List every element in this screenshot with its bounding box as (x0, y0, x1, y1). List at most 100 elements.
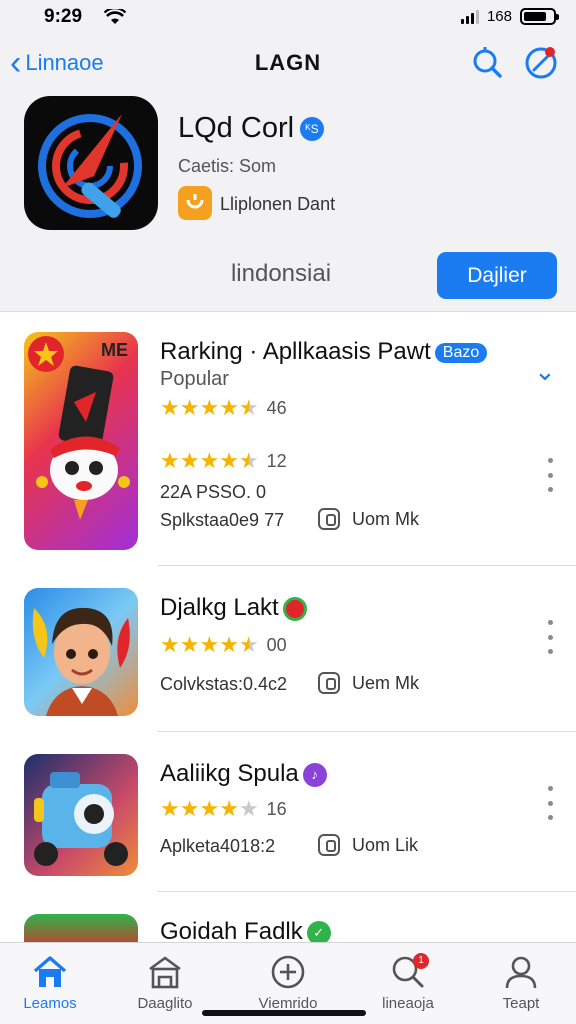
star-icon: ★ (160, 395, 180, 420)
app-name-text: LQd Corl (178, 112, 295, 144)
battery-icon (520, 8, 559, 25)
home-icon (33, 956, 67, 987)
tab-label: Teapt (502, 995, 540, 1012)
star-half-icon: ★ (238, 395, 259, 420)
app-name: LQd Corl ᴷS (178, 112, 325, 145)
tab-add[interactable]: Viemrido (240, 953, 336, 1012)
item-meta-right: Uem Mk (318, 672, 419, 694)
item-title-text: Rarking · Apllkaasis Pawt (160, 338, 431, 365)
star-half-icon: ★ (238, 632, 259, 657)
person-icon (505, 956, 537, 989)
rating-count: 16 (266, 798, 287, 819)
status-bar: 9:29 168 (0, 0, 576, 34)
tab-label: Leamos (23, 995, 77, 1012)
app-thumbnail: ME (24, 332, 138, 550)
compass-icon[interactable] (524, 46, 558, 80)
app-icon (24, 96, 158, 230)
tab-profile[interactable]: Teapt (473, 953, 569, 1012)
tab-label: lineaoja (382, 995, 434, 1012)
star-half-icon: ★ (238, 448, 259, 473)
rating-count: 12 (266, 450, 287, 471)
signal-icon (460, 9, 479, 24)
developer-icon (178, 186, 212, 220)
more-options-icon[interactable] (540, 786, 560, 820)
battery-text: 168 (486, 8, 512, 25)
shield-icon (318, 834, 340, 856)
star-icon: ★ (199, 796, 220, 821)
star-icon: ★ (160, 448, 180, 473)
smile-icon (186, 194, 204, 209)
star-icon: ★ (179, 796, 200, 821)
rating-stars: ★ ★ ★ ★ ★ 12 (160, 450, 287, 472)
item-badge: Bazo (434, 342, 488, 363)
tab-label: Daaglito (137, 995, 193, 1012)
star-icon: ★ (199, 448, 220, 473)
rating-stars: ★ ★ ★ ★ ★ 00 (160, 634, 287, 656)
item-title: Aaliikg Spula ♪ (160, 760, 327, 788)
list-item[interactable]: Djalkg Lakt ★ ★ ★ ★ ★ 00 Colvkstas:0.4c2 Uem… (0, 566, 576, 732)
app-header: ‹ Linnaoe LAGN LQd Corl ᴷS Caetis: Som Ll… (0, 34, 576, 312)
list-item[interactable]: ME Rarking · Apllkaasis Pawt Bazo ⌄ Popul… (0, 312, 576, 566)
star-icon: ★ (219, 632, 239, 657)
star-icon: ★ (219, 395, 239, 420)
home-indicator[interactable] (202, 1010, 366, 1016)
game-character-icon (28, 336, 130, 520)
rating-count: 00 (266, 634, 287, 655)
star-icon: ★ (179, 632, 200, 657)
star-icon: ★ (199, 395, 220, 420)
chevron-down-icon[interactable]: ⌄ (534, 358, 556, 384)
notification-badge: 1 (413, 953, 429, 969)
shield-icon (318, 508, 340, 530)
more-options-icon[interactable] (540, 458, 560, 492)
shield-icon (318, 672, 340, 694)
star-icon: ★ (160, 796, 180, 821)
item-subtitle: Popular (160, 368, 229, 390)
wifi-icon (104, 9, 126, 24)
search-icon[interactable] (470, 46, 504, 80)
robot-character-icon (34, 772, 128, 866)
star-icon: ★ (160, 632, 180, 657)
item-meta-right: Uom Lik (318, 834, 418, 856)
store-icon (149, 956, 181, 989)
item-meta: Colvkstas:0.4c2 (160, 674, 288, 694)
star-icon: ★ (179, 448, 200, 473)
star-empty-icon: ★ (238, 796, 259, 821)
item-title-text: Djalkg Lakt (160, 594, 279, 621)
tab-search[interactable]: 1 lineaoja (360, 953, 456, 1012)
rating-stars: ★ ★ ★ ★ ★ 46 (160, 397, 287, 419)
music-badge-icon: ♪ (302, 762, 327, 787)
star-icon: ★ (219, 796, 239, 821)
download-button[interactable]: Dajlier (437, 252, 557, 299)
thumbnail-badge-text: ME (101, 340, 128, 360)
item-meta-right: Uom Mk (318, 508, 419, 530)
star-icon: ★ (179, 395, 200, 420)
rating-stars: ★ ★ ★ ★ ★ 16 (160, 798, 287, 820)
search-person-icon: 1 (389, 953, 429, 991)
tab-home[interactable]: Leamos (2, 953, 98, 1012)
item-meta-right-text: Uom Lik (352, 834, 419, 855)
rating-count: 46 (266, 397, 287, 418)
tab-store[interactable]: Daaglito (117, 953, 213, 1012)
item-meta: 22A PSSO. 0 (160, 482, 267, 502)
item-meta-right-text: Uem Mk (352, 672, 419, 693)
list-item[interactable]: Aaliikg Spula ♪ ★ ★ ★ ★ ★ 16 Aplketa4018:2 Uo… (0, 732, 576, 892)
app-thumbnail (24, 754, 138, 876)
status-time: 9:29 (44, 6, 83, 27)
item-title: Rarking · Apllkaasis Pawt Bazo (160, 338, 488, 366)
item-meta: Aplketa4018:2 (160, 836, 276, 856)
star-icon: ★ (199, 632, 220, 657)
status-indicators: 168 (460, 8, 559, 25)
item-meta: Splkstaa0e9 77 (160, 510, 285, 530)
app-logo-icon (38, 114, 142, 218)
item-title: Djalkg Lakt (160, 594, 307, 622)
list-item[interactable]: Goidah Fadlk ✓ (0, 892, 576, 954)
flag-badge-icon (282, 596, 307, 621)
avatar-character-icon (32, 607, 130, 716)
more-options-icon[interactable] (540, 620, 560, 654)
app-thumbnail (24, 588, 138, 716)
item-title-text: Aaliikg Spula (160, 760, 299, 787)
app-subtitle: Caetis: Som (178, 156, 277, 176)
star-icon: ★ (219, 448, 239, 473)
item-meta-right-text: Uom Mk (352, 508, 419, 529)
developer-name[interactable]: Lliplonen Dant (220, 194, 335, 215)
